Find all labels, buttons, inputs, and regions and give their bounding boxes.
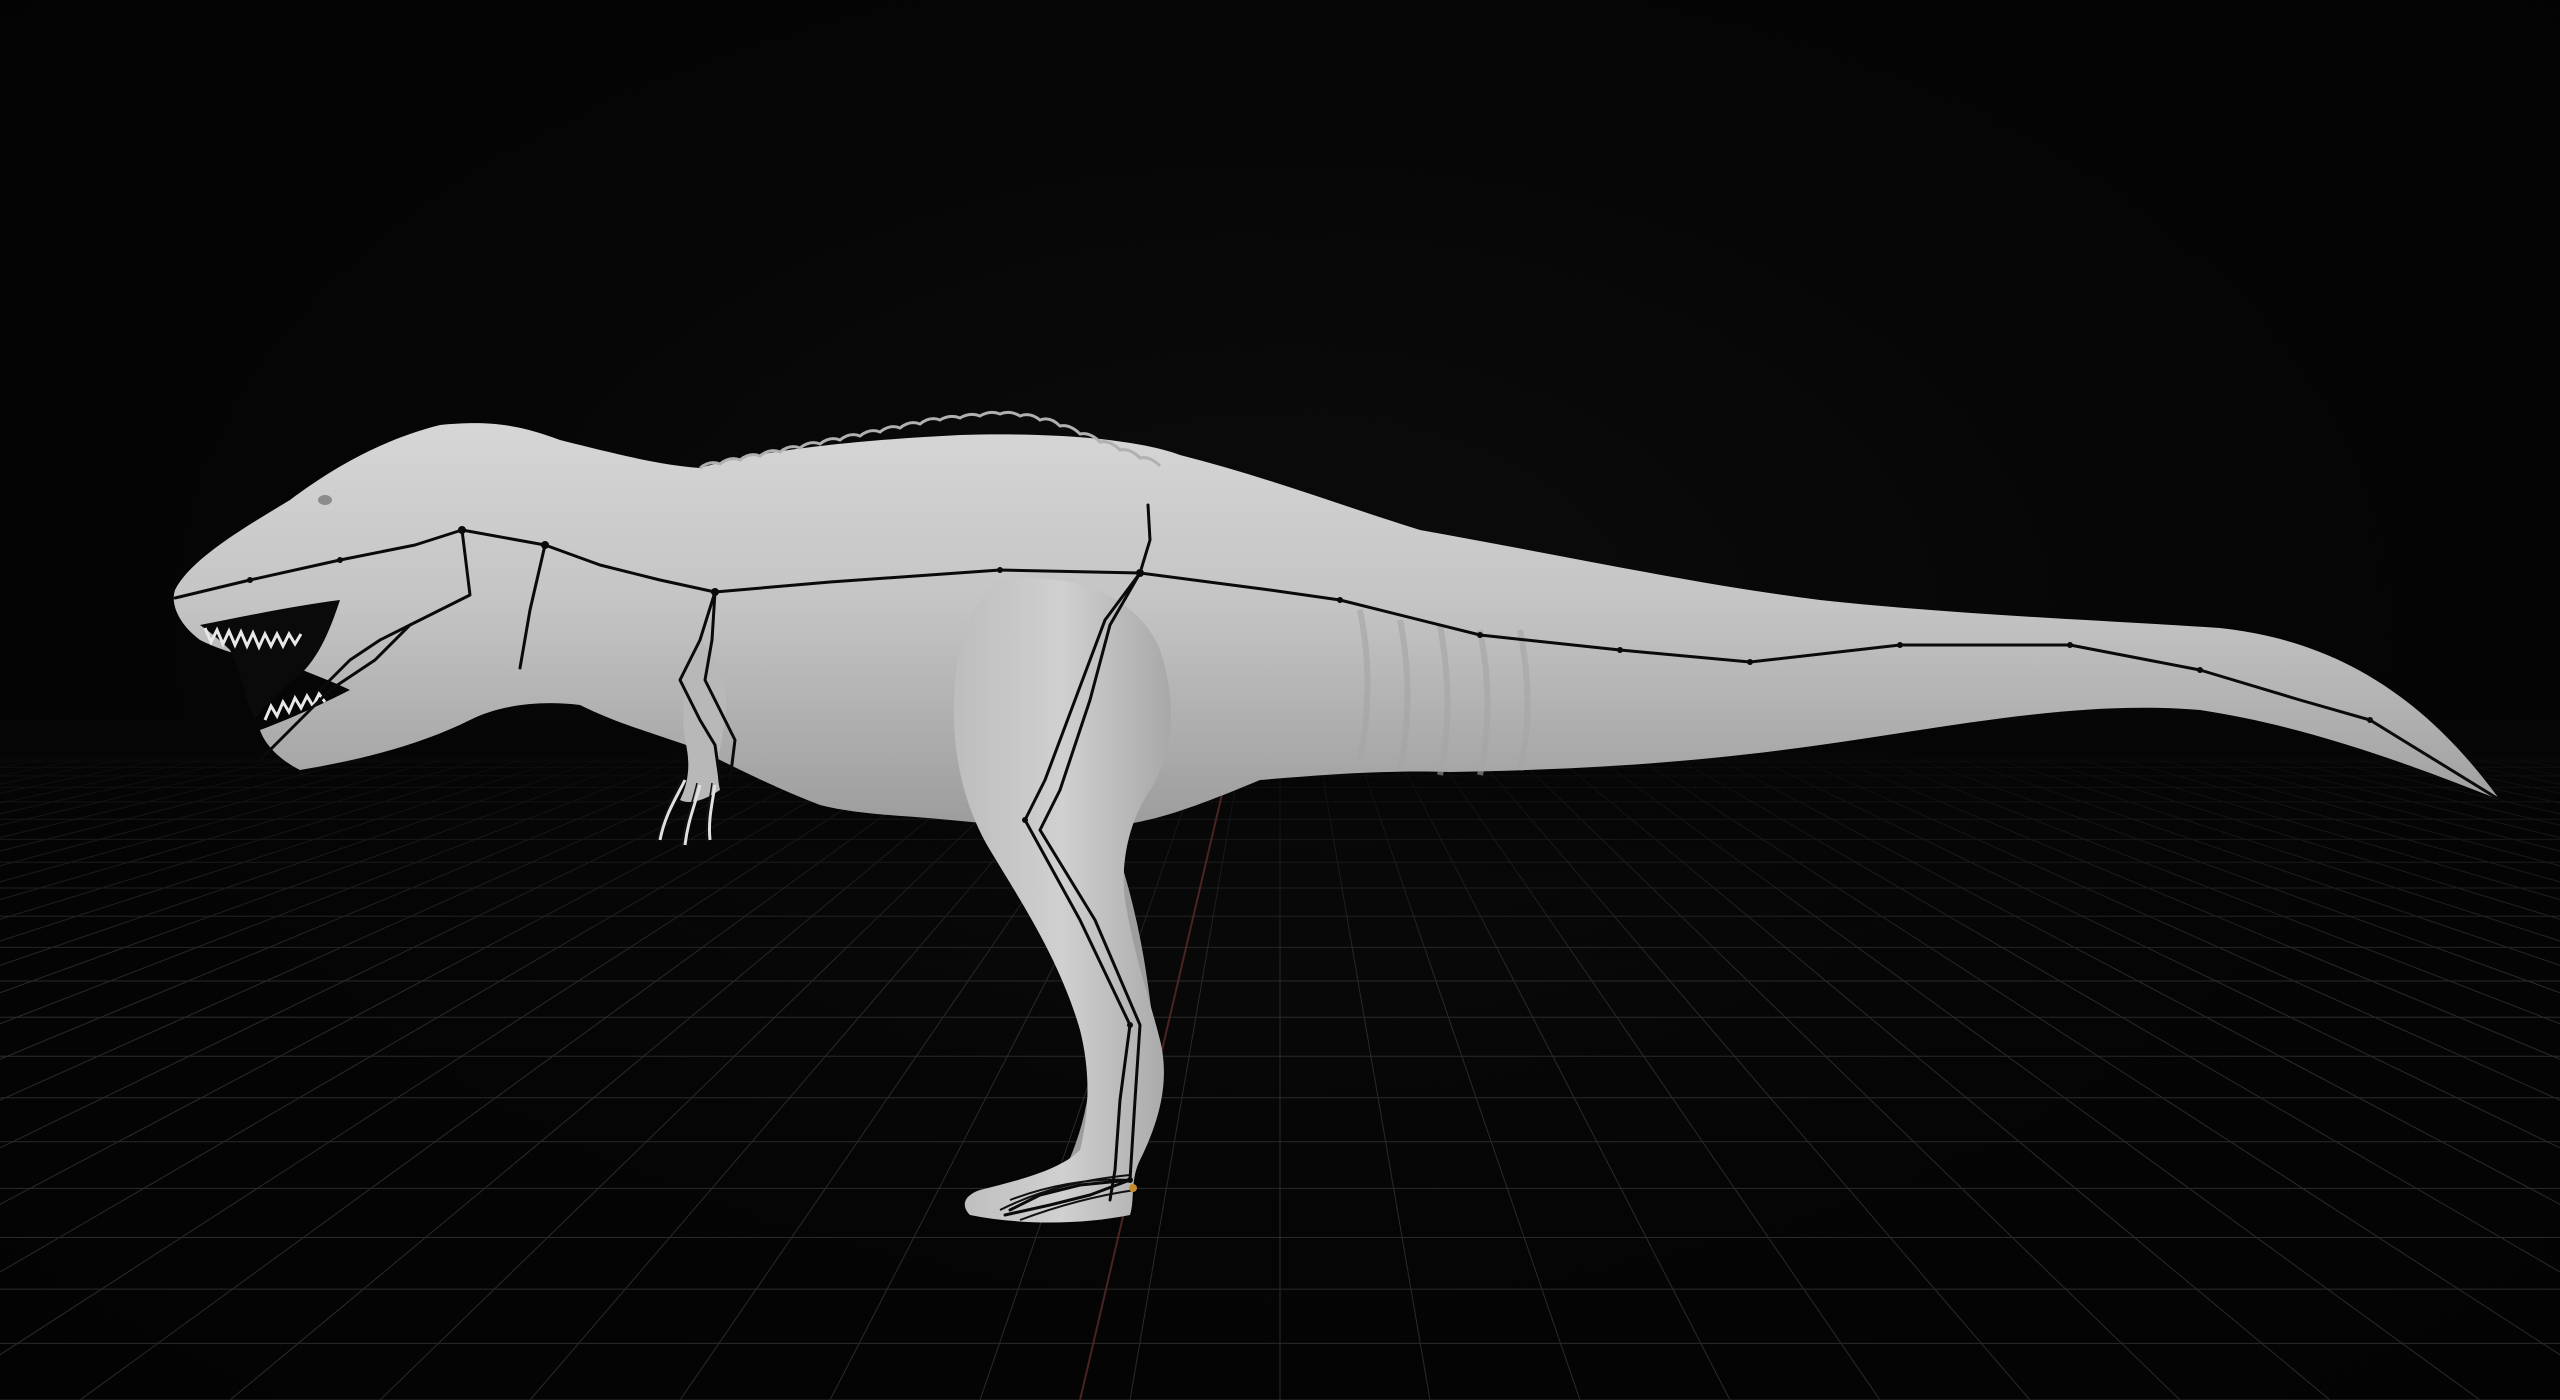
viewport-scene[interactable] xyxy=(0,0,2560,1400)
3d-viewport[interactable] xyxy=(0,0,2560,1400)
foot-origin-marker[interactable] xyxy=(1129,1184,1137,1192)
eye xyxy=(318,495,332,505)
